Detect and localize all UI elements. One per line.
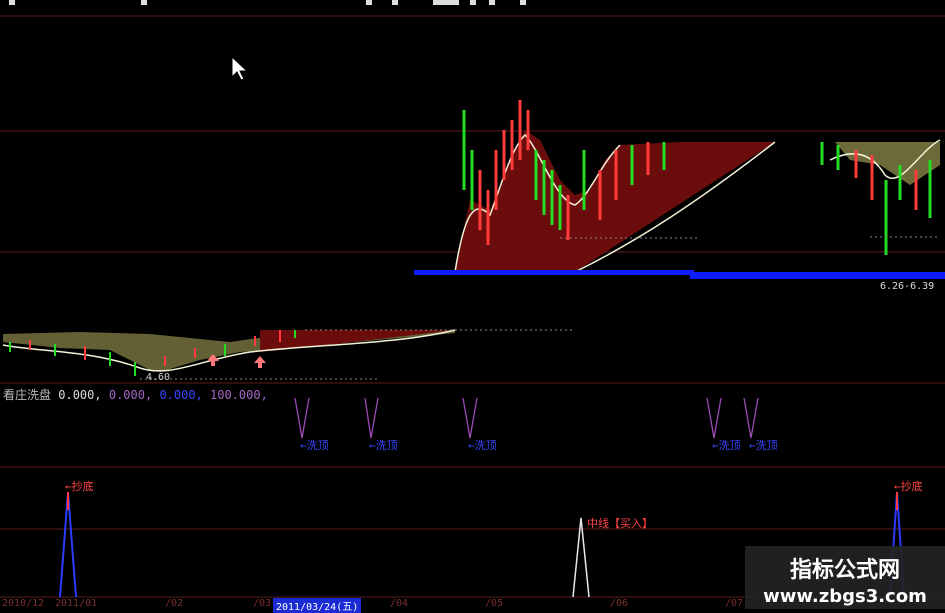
bottom-signal-right: ←抄底	[894, 480, 923, 493]
watermark-url: www.zbgs3.com	[763, 586, 927, 607]
top-toolbar-markers	[9, 0, 526, 5]
date-cell-selected[interactable]: 2011/03/24(五)	[273, 598, 362, 613]
date-cell-2: /02	[165, 598, 184, 609]
watermark-title: 指标公式网	[789, 558, 900, 583]
stock-chart-window: 4.60 6.26-6.39 看庄洗盘 0.000, 0.000, 0.000,…	[0, 0, 945, 613]
date-cell-3: /03	[253, 598, 272, 609]
site-watermark: 指标公式网 www.zbgs3.com	[745, 546, 945, 609]
grid-lines	[0, 15, 945, 598]
indicator-value-3: 0.000,	[159, 388, 203, 402]
price-range-label: 6.26-6.39	[880, 281, 935, 292]
indicator-name[interactable]: 看庄洗盘	[3, 388, 51, 402]
support-line-left	[414, 270, 694, 275]
date-cell-7: /06	[610, 598, 629, 609]
signal-label-1: ←洗顶	[300, 439, 329, 452]
support-line-right	[690, 272, 945, 279]
signal-label-4: ←洗顶	[712, 439, 741, 452]
date-cell-8: /07	[725, 598, 744, 609]
date-cell-0: 2010/12	[2, 598, 45, 609]
indicator-value-1: 0.000,	[58, 388, 102, 402]
mouse-cursor	[231, 55, 249, 81]
date-cell-5: /04	[390, 598, 409, 609]
price-label-low: 4.60	[146, 372, 171, 383]
date-cell-6: /05	[485, 598, 504, 609]
signal-label-3: ←洗顶	[468, 439, 497, 452]
bottom-signal-left: ←抄底	[65, 480, 94, 493]
indicator-header: 看庄洗盘 0.000, 0.000, 0.000, 100.000,	[3, 386, 268, 403]
indicator-value-2: 0.000,	[108, 388, 153, 402]
bottom-signal-mid: 中线【买入】	[587, 517, 653, 530]
indicator-value-4: 100.000,	[210, 388, 268, 402]
date-cell-1: 2011/01	[55, 598, 98, 609]
chart-canvas	[0, 0, 945, 598]
signal-label-5: ←洗顶	[749, 439, 778, 452]
indicator-signals	[294, 397, 759, 439]
signal-label-2: ←洗顶	[369, 439, 398, 452]
